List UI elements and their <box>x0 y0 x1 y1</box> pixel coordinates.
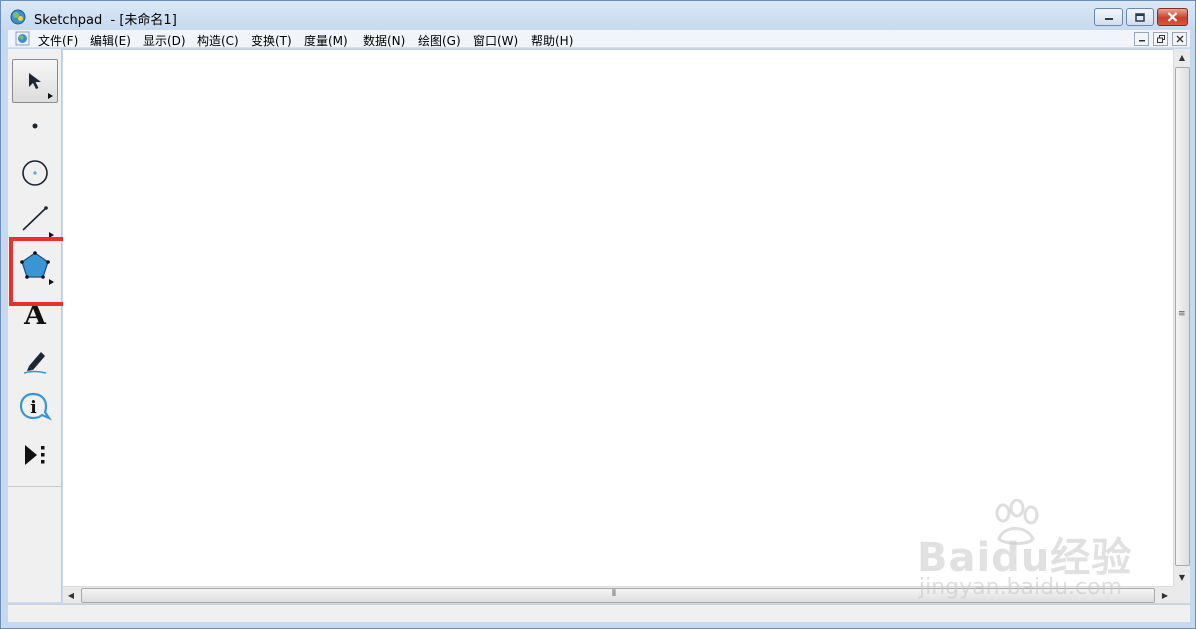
information-tool[interactable]: i <box>12 385 58 429</box>
app-window: Sketchpad - [未命名1] 文件(F) 编辑(E) 显示(D) 构造(… <box>0 0 1196 629</box>
menu-display[interactable]: 显示(D) <box>143 32 186 49</box>
menu-transform[interactable]: 变换(T) <box>251 32 292 49</box>
menu-measure[interactable]: 度量(M) <box>304 32 348 49</box>
minimize-icon <box>1138 40 1145 42</box>
menu-help[interactable]: 帮助(H) <box>531 32 573 49</box>
marker-pen-icon <box>23 352 47 374</box>
menu-data[interactable]: 数据(N) <box>363 32 405 49</box>
point-icon <box>32 123 38 129</box>
title-bar[interactable]: Sketchpad - [未命名1] <box>1 1 1195 30</box>
circle-icon <box>22 160 48 186</box>
marker-tool[interactable] <box>12 339 58 383</box>
straightedge-tool[interactable] <box>12 197 58 241</box>
selection-arrow-tool[interactable] <box>12 59 58 103</box>
play-custom-icon <box>25 445 45 465</box>
minimize-button[interactable] <box>1094 8 1123 26</box>
menu-file[interactable]: 文件(F) <box>38 32 78 49</box>
close-button[interactable] <box>1157 8 1188 26</box>
document-minimize-button[interactable] <box>1134 32 1149 46</box>
scroll-up-arrow-icon[interactable]: ▲ <box>1174 49 1190 65</box>
highlight-box <box>9 237 69 306</box>
window-title: Sketchpad - [未命名1] <box>34 13 177 28</box>
close-icon <box>1167 12 1178 22</box>
arrow-pointer-icon <box>29 73 41 89</box>
document-close-button[interactable] <box>1172 32 1187 46</box>
scroll-down-arrow-icon[interactable]: ▼ <box>1174 569 1190 585</box>
line-segment-icon <box>22 206 48 231</box>
toolbox-divider <box>8 486 61 487</box>
close-icon <box>1176 35 1183 43</box>
toolbox: A i <box>8 49 62 602</box>
menu-construct[interactable]: 构造(C) <box>197 32 239 49</box>
scrollbar-corner <box>1173 586 1190 603</box>
maximize-icon <box>1135 12 1145 22</box>
point-tool[interactable] <box>12 104 58 148</box>
menu-bar: 文件(F) 编辑(E) 显示(D) 构造(C) 变换(T) 度量(M) 数据(N… <box>8 30 1190 48</box>
watermark: Baidu经验 jingyan.baidu.com <box>913 499 1143 600</box>
menu-graph[interactable]: 绘图(G) <box>418 32 461 49</box>
info-letter: i <box>30 398 37 418</box>
scroll-left-arrow-icon[interactable]: ◀ <box>63 587 79 603</box>
custom-tool[interactable] <box>12 433 58 477</box>
vertical-scrollbar[interactable]: ▲ ≡ ▼ <box>1173 49 1190 586</box>
grip-icon: ⦀ <box>612 589 616 599</box>
document-restore-button[interactable] <box>1153 32 1168 46</box>
grip-icon: ≡ <box>1178 309 1186 319</box>
scroll-right-arrow-icon[interactable]: ▶ <box>1157 587 1173 603</box>
submenu-indicator-icon <box>48 93 53 99</box>
sketchpad-app-icon <box>10 9 26 25</box>
menu-window[interactable]: 窗口(W) <box>473 32 518 49</box>
maximize-button[interactable] <box>1126 8 1154 26</box>
info-icon: i <box>19 392 52 421</box>
watermark-url: jingyan.baidu.com <box>919 575 1123 600</box>
status-bar <box>8 604 1190 622</box>
restore-icon <box>1156 35 1165 43</box>
minimize-icon <box>1104 18 1113 20</box>
compass-tool[interactable] <box>12 151 58 195</box>
document-icon[interactable] <box>15 31 30 46</box>
menu-edit[interactable]: 编辑(E) <box>90 32 131 49</box>
